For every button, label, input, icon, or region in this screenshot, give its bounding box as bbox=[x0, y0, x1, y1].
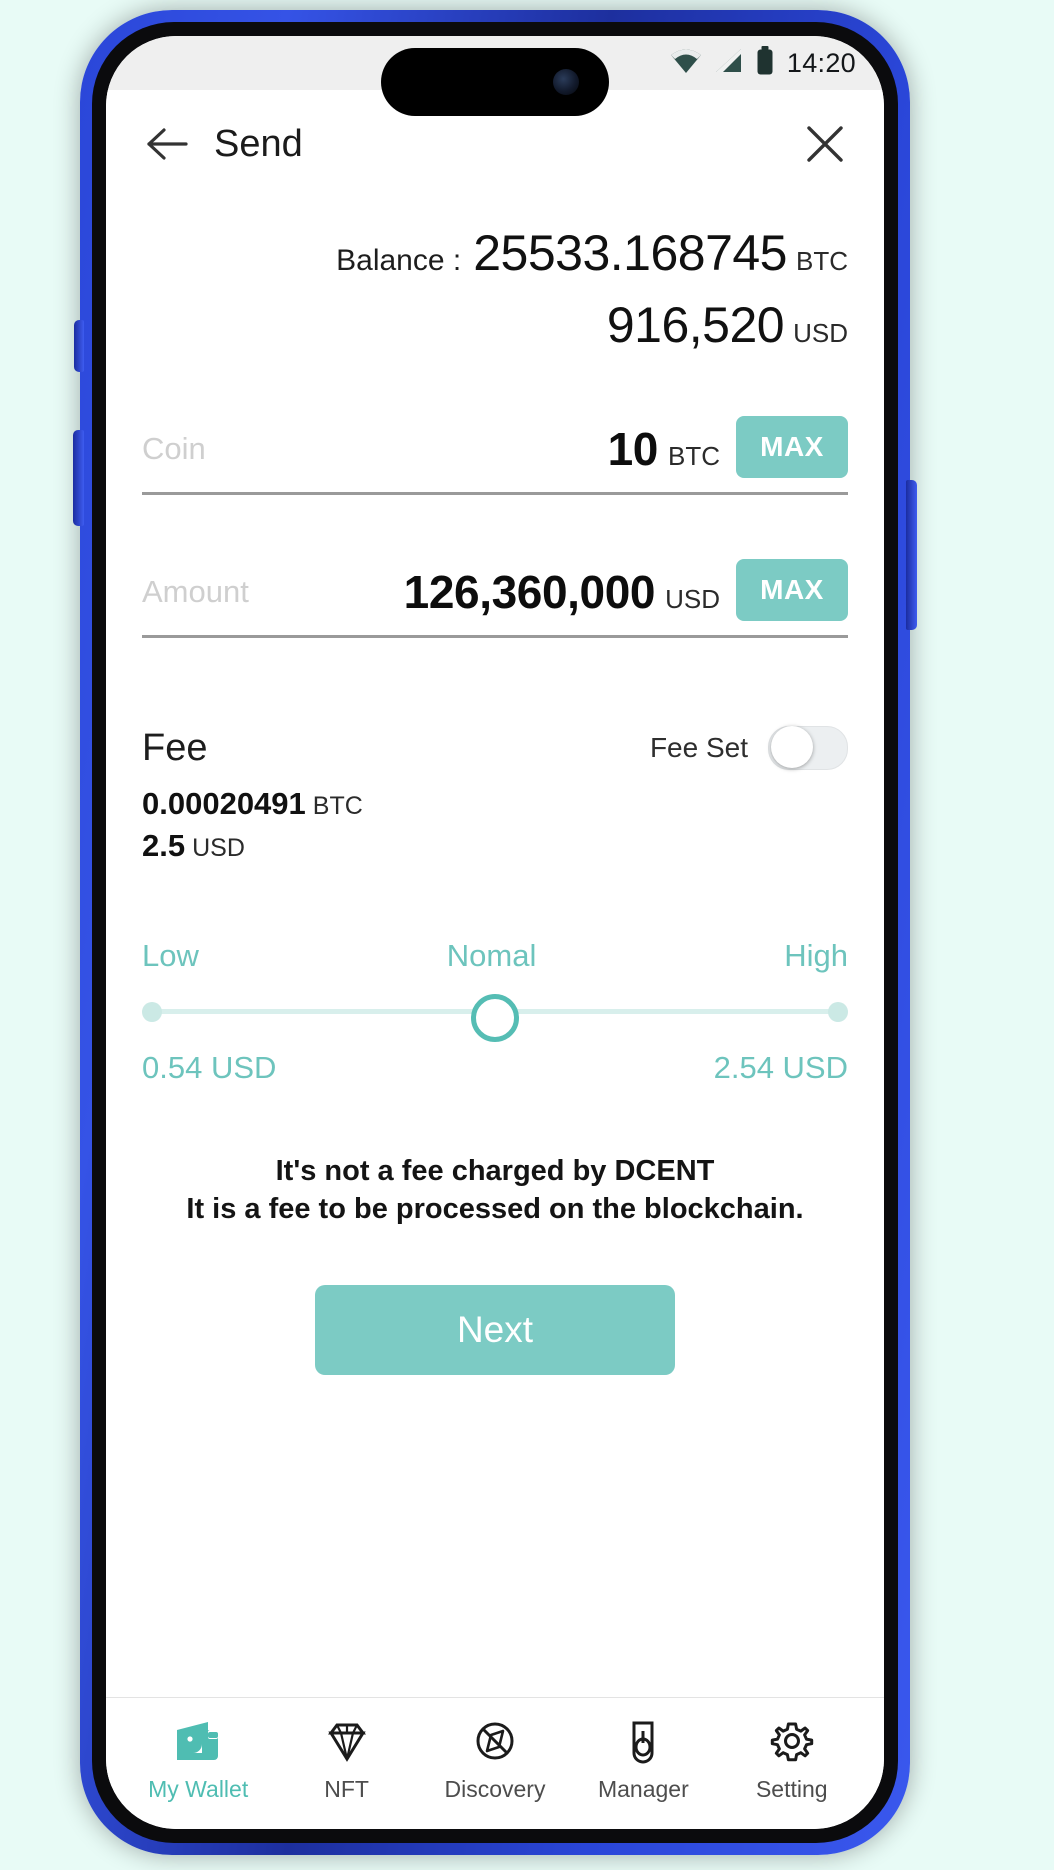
balance-btc-unit: BTC bbox=[796, 246, 848, 276]
fee-disclaimer: It's not a fee charged by DCENT It is a … bbox=[106, 1152, 884, 1229]
nav-item-my-wallet[interactable]: My Wallet bbox=[136, 1715, 260, 1803]
amount-max-button[interactable]: MAX bbox=[736, 559, 848, 621]
front-camera-icon bbox=[553, 69, 579, 95]
fee-slider-block: Low Nomal High 0.54 USD 2.54 USD bbox=[106, 864, 884, 1086]
phone-bezel: 14:20 Send Balance: 25533.168745 BTC 91… bbox=[92, 22, 898, 1843]
fee-btc-row: 0.00020491 BTC bbox=[142, 786, 848, 822]
nav-item-setting[interactable]: Setting bbox=[730, 1715, 854, 1803]
balance-usd-value: 916,520 bbox=[606, 297, 785, 353]
page-title: Send bbox=[214, 122, 303, 165]
fee-slider-values: 0.54 USD 2.54 USD bbox=[142, 1050, 848, 1086]
nav-label-nft: NFT bbox=[324, 1775, 369, 1802]
status-bar: 14:20 bbox=[106, 36, 884, 116]
fee-slider-normal-label: Nomal bbox=[446, 938, 537, 973]
fee-set-toggle[interactable] bbox=[768, 726, 848, 770]
amount-input-unit: USD bbox=[665, 584, 720, 614]
fee-slider-labels: Low Nomal High bbox=[142, 938, 848, 974]
fee-set-label: Fee Set bbox=[649, 732, 748, 763]
fee-slider-low-label: Low bbox=[142, 938, 199, 973]
coin-input[interactable]: 10 BTC bbox=[206, 422, 736, 476]
coin-input-placeholder: Coin bbox=[142, 431, 206, 466]
fee-slider-high-label: High bbox=[784, 938, 848, 973]
compass-icon bbox=[469, 1715, 521, 1767]
fee-usd-value: 2.5 bbox=[142, 828, 186, 863]
wifi-icon bbox=[669, 47, 703, 80]
diamond-icon bbox=[321, 1715, 373, 1767]
cellular-signal-icon bbox=[714, 47, 744, 80]
fee-btc-value: 0.00020491 bbox=[142, 786, 306, 821]
fee-slider-high-value: 2.54 USD bbox=[713, 1050, 848, 1085]
amount-input[interactable]: 126,360,000 USD bbox=[249, 565, 736, 619]
fee-slider-low-value: 0.54 USD bbox=[142, 1050, 277, 1085]
status-time: 14:20 bbox=[786, 47, 856, 78]
fee-disclaimer-line1: It's not a fee charged by DCENT bbox=[275, 1155, 715, 1187]
balance-usd-row: 916,520 USD bbox=[142, 296, 848, 354]
form-spacer bbox=[142, 505, 848, 559]
fee-usd-unit: USD bbox=[192, 834, 245, 862]
fee-btc-unit: BTC bbox=[312, 792, 363, 820]
bottom-nav: My Wallet NFT Discovery Manager Setting bbox=[106, 1697, 884, 1829]
wallet-icon bbox=[172, 1715, 224, 1767]
balance-usd-unit: USD bbox=[793, 318, 848, 348]
balance-label: Balance : bbox=[336, 244, 462, 277]
next-button[interactable]: Next bbox=[315, 1284, 675, 1375]
nav-item-discovery[interactable]: Discovery bbox=[433, 1715, 557, 1803]
camera-notch bbox=[381, 48, 609, 116]
amount-input-value: 126,360,000 bbox=[403, 566, 656, 618]
fee-title: Fee bbox=[142, 726, 208, 769]
fee-disclaimer-line2: It is a fee to be processed on the block… bbox=[186, 1193, 804, 1226]
nav-label-setting: Setting bbox=[755, 1775, 828, 1802]
balance-btc-value: 25533.168745 bbox=[473, 225, 787, 281]
coin-input-unit: BTC bbox=[668, 441, 720, 471]
fee-block: Fee Fee Set 0.00020491 BTC 2.5 USD bbox=[106, 648, 884, 864]
balance-block: Balance : 25533.168745 BTC 916,520 USD bbox=[106, 198, 884, 354]
fee-slider-low-stop[interactable] bbox=[142, 1002, 162, 1022]
coin-max-button[interactable]: MAX bbox=[736, 416, 848, 478]
coin-input-value: 10 bbox=[607, 423, 659, 475]
close-x-icon[interactable] bbox=[802, 121, 848, 167]
balance-btc-row: Balance : 25533.168745 BTC bbox=[142, 224, 848, 282]
silent-switch-button[interactable] bbox=[74, 320, 84, 372]
fee-slider-high-stop[interactable] bbox=[828, 1002, 848, 1022]
phone-frame: 14:20 Send Balance: 25533.168745 BTC 91… bbox=[73, 10, 917, 1855]
nav-label-manager: Manager bbox=[597, 1775, 689, 1802]
fee-slider[interactable] bbox=[142, 986, 848, 1042]
status-icons bbox=[669, 36, 775, 90]
next-button-wrap: Next bbox=[106, 1284, 884, 1375]
nav-item-nft[interactable]: NFT bbox=[285, 1715, 409, 1803]
send-form: Coin 10 BTC MAX Amount 126,360,000 USD M… bbox=[106, 354, 884, 638]
phone-screen: 14:20 Send Balance: 25533.168745 BTC 91… bbox=[106, 36, 884, 1829]
fee-usd-row: 2.5 USD bbox=[142, 828, 848, 864]
fee-set-toggle-knob bbox=[771, 726, 813, 768]
power-button[interactable] bbox=[906, 480, 917, 630]
gear-icon bbox=[766, 1715, 818, 1767]
amount-input-row: Amount 126,360,000 USD MAX bbox=[142, 559, 848, 638]
battery-icon bbox=[755, 45, 775, 81]
nav-label-discovery: Discovery bbox=[444, 1775, 546, 1802]
fee-header: Fee Fee Set bbox=[142, 726, 848, 770]
fee-slider-thumb[interactable] bbox=[471, 994, 519, 1042]
device-icon bbox=[617, 1715, 669, 1767]
coin-input-row: Coin 10 BTC MAX bbox=[142, 416, 848, 495]
volume-button[interactable] bbox=[73, 430, 84, 526]
back-arrow-icon[interactable] bbox=[142, 119, 192, 169]
nav-item-manager[interactable]: Manager bbox=[581, 1715, 705, 1803]
amount-input-placeholder: Amount bbox=[142, 574, 249, 609]
nav-label-my-wallet: My Wallet bbox=[148, 1775, 249, 1802]
